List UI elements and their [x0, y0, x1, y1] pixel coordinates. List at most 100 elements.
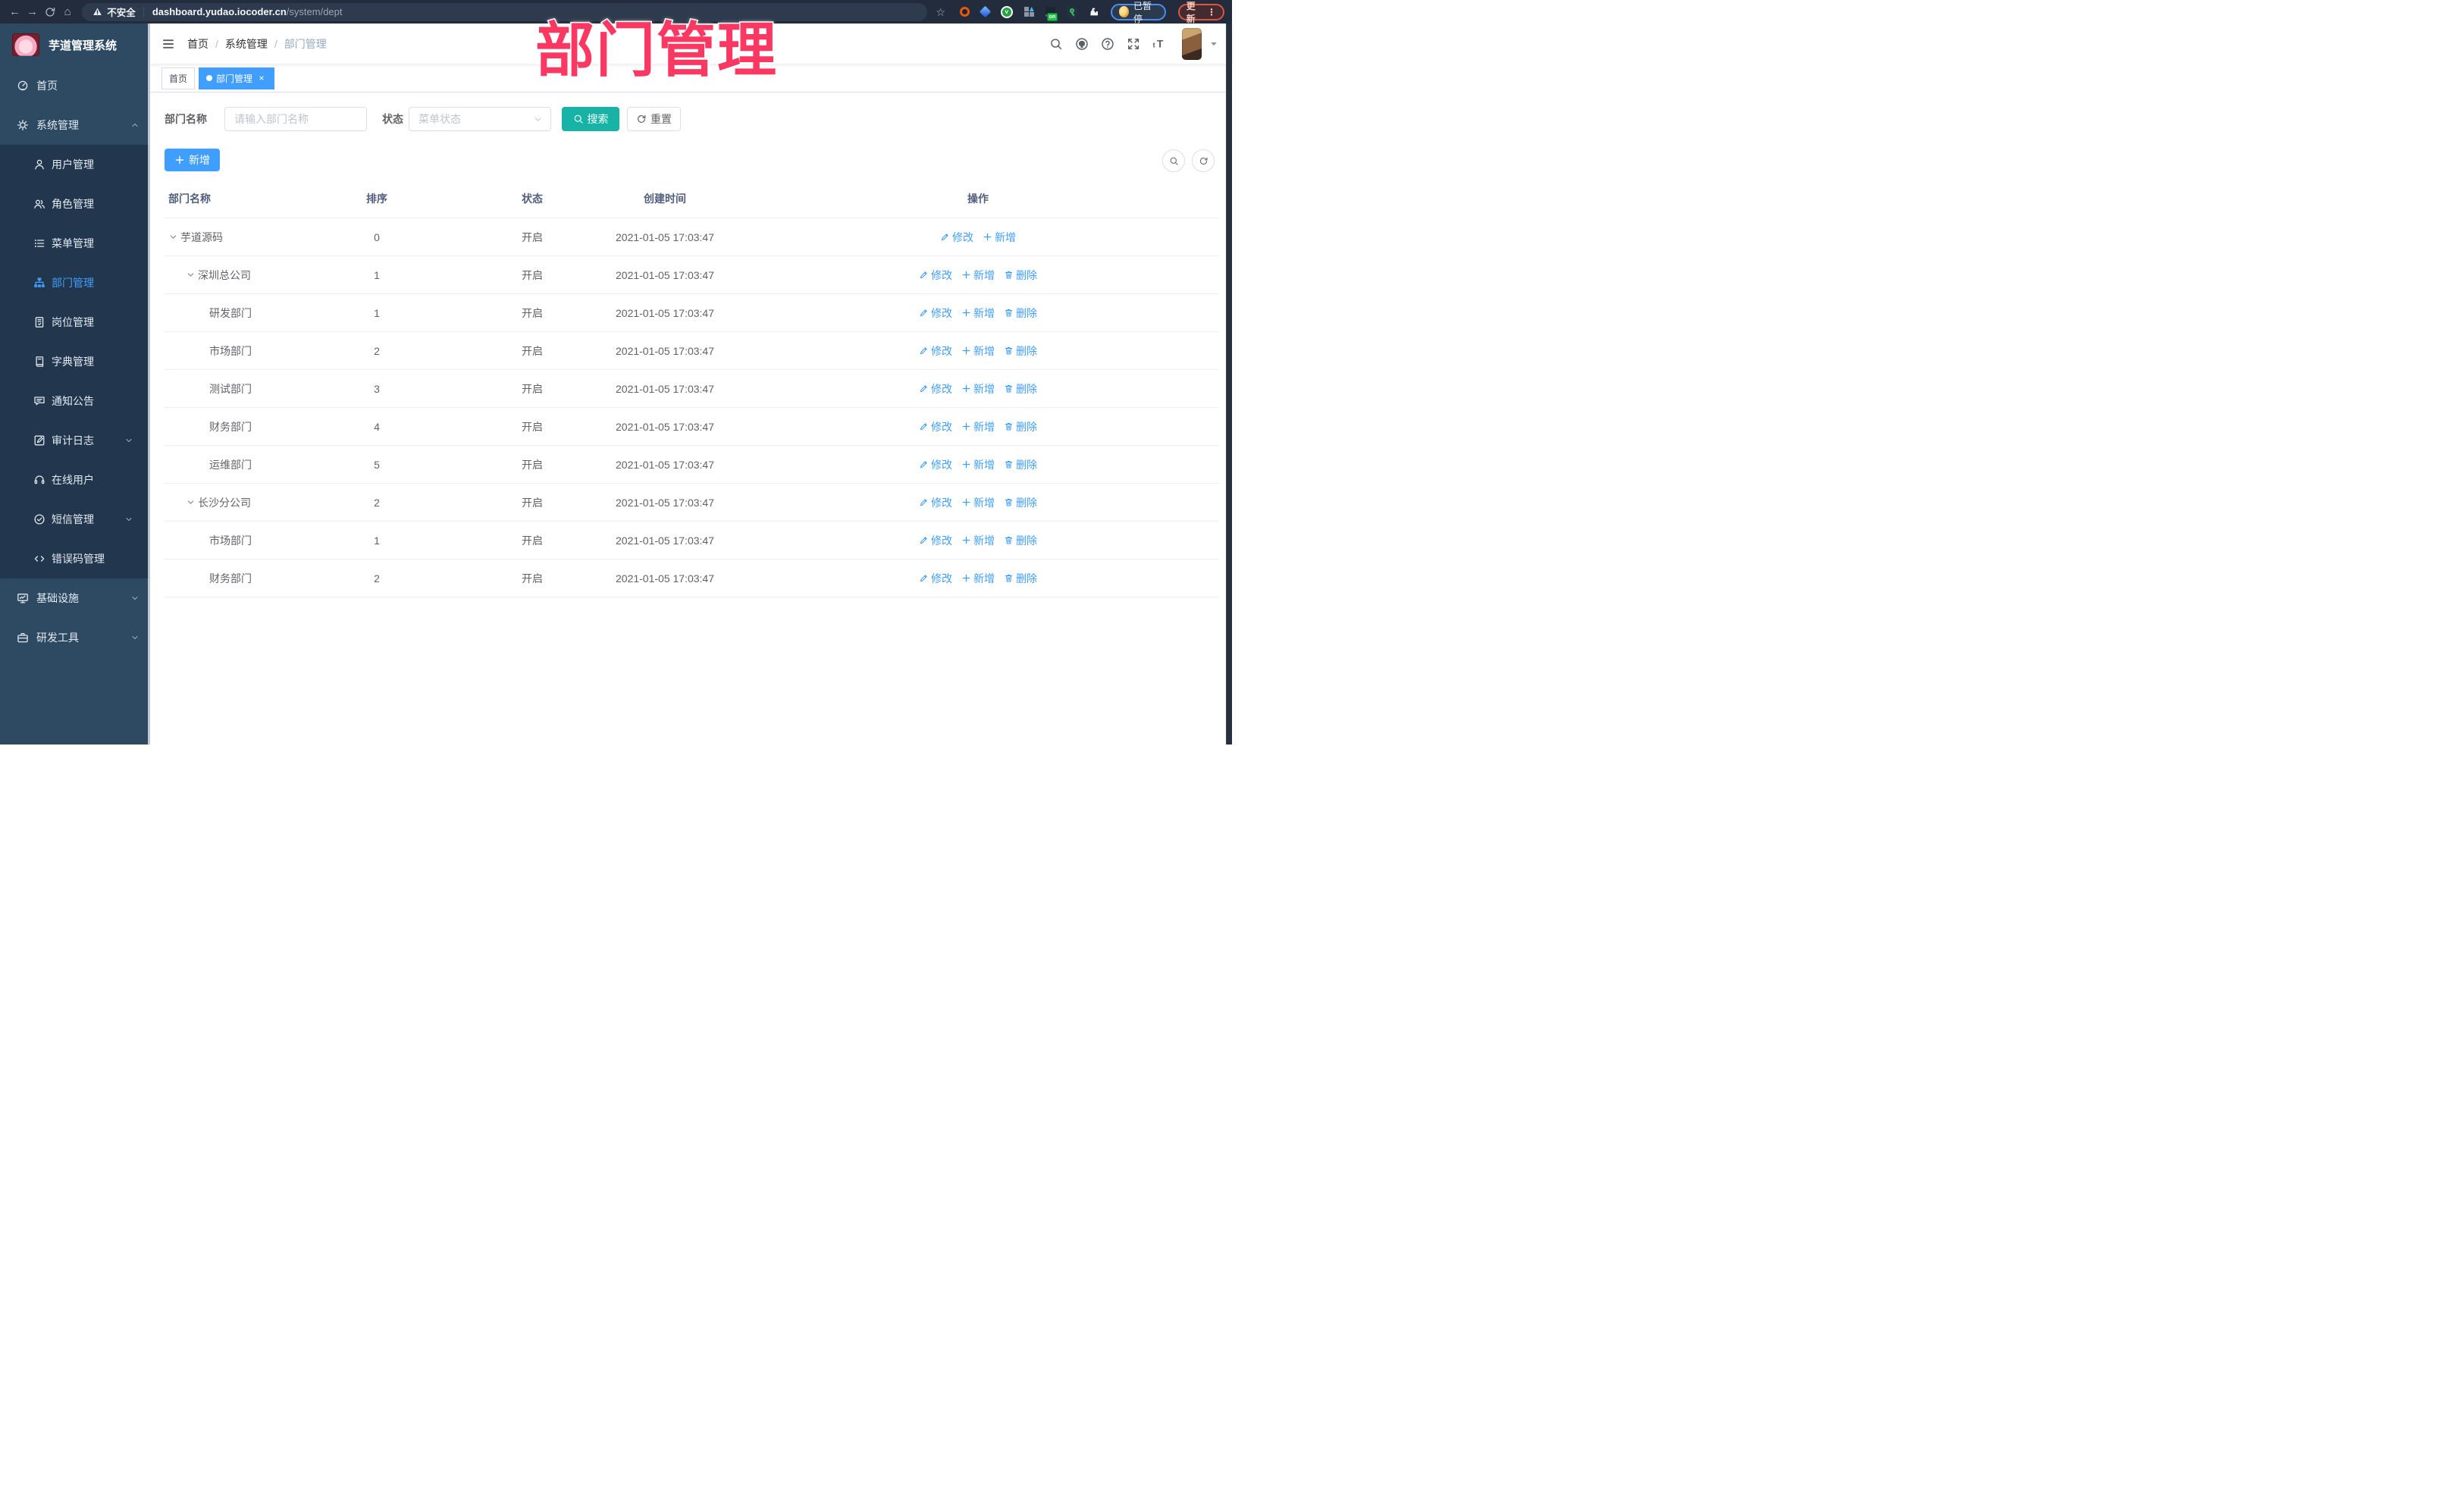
- status-cell: 开启: [522, 458, 543, 471]
- extension-icon[interactable]: [979, 5, 992, 18]
- extension-icon[interactable]: [959, 7, 970, 17]
- row-delete-link[interactable]: 删除: [1004, 306, 1037, 321]
- sidebar-item[interactable]: 角色管理: [0, 184, 150, 224]
- row-edit-link[interactable]: 修改: [919, 306, 952, 321]
- dept-name-cell: 市场部门: [165, 533, 282, 548]
- row-edit-link[interactable]: 修改: [919, 571, 952, 586]
- sidebar-item[interactable]: 首页: [0, 66, 150, 105]
- profile-paused-chip[interactable]: 已暂停: [1110, 1, 1166, 24]
- row-delete-link[interactable]: 删除: [1004, 381, 1037, 397]
- sidebar-item[interactable]: 基础设施: [0, 578, 150, 618]
- search-button[interactable]: 搜索: [562, 107, 619, 131]
- row-delete-link[interactable]: 删除: [1004, 457, 1037, 472]
- font-size-icon[interactable]: tT: [1152, 37, 1165, 50]
- expand-arrow-icon[interactable]: [186, 270, 196, 280]
- code-icon: [33, 553, 45, 565]
- chevron-down-icon: [124, 515, 133, 524]
- extension-icon[interactable]: on: [1045, 7, 1058, 21]
- action-label: 删除: [1016, 458, 1037, 471]
- browser-menu-icon[interactable]: ⋮: [1207, 8, 1216, 17]
- row-delete-link[interactable]: 删除: [1004, 533, 1037, 548]
- github-icon[interactable]: [1075, 37, 1089, 51]
- row-add-link[interactable]: 新增: [961, 419, 995, 434]
- sidebar-item[interactable]: 字典管理: [0, 342, 150, 381]
- row-edit-link[interactable]: 修改: [919, 419, 952, 434]
- add-button[interactable]: 新增: [165, 149, 220, 171]
- row-edit-link[interactable]: 修改: [919, 381, 952, 397]
- sidebar-item[interactable]: 短信管理: [0, 500, 150, 539]
- extension-icon[interactable]: [1024, 7, 1034, 17]
- reload-icon[interactable]: [44, 6, 56, 18]
- fullscreen-icon[interactable]: [1127, 37, 1140, 51]
- row-add-link[interactable]: 新增: [983, 230, 1016, 245]
- back-icon[interactable]: ←: [9, 5, 20, 18]
- update-label: 更新: [1186, 0, 1196, 24]
- status-select[interactable]: 菜单状态: [409, 107, 551, 131]
- row-delete-link[interactable]: 删除: [1004, 495, 1037, 510]
- row-add-link[interactable]: 新增: [961, 495, 995, 510]
- app-logo-row[interactable]: 芋道管理系统: [0, 24, 150, 66]
- sidebar-item[interactable]: 错误码管理: [0, 539, 150, 578]
- caret-down-icon[interactable]: [1209, 39, 1218, 49]
- row-add-link[interactable]: 新增: [961, 268, 995, 283]
- row-edit-link[interactable]: 修改: [919, 343, 952, 359]
- row-add-link[interactable]: 新增: [961, 457, 995, 472]
- row-delete-link[interactable]: 删除: [1004, 343, 1037, 359]
- tab-active[interactable]: 部门管理: [199, 67, 275, 89]
- search-icon[interactable]: [1049, 37, 1063, 51]
- browser-update-button[interactable]: 更新 ⋮: [1177, 1, 1224, 24]
- extension-icon[interactable]: v: [1000, 5, 1013, 18]
- row-edit-link[interactable]: 修改: [940, 230, 973, 245]
- help-icon[interactable]: [1101, 37, 1114, 51]
- row-add-link[interactable]: 新增: [961, 571, 995, 586]
- breadcrumb-separator: /: [215, 37, 218, 50]
- extension-icon[interactable]: [1066, 6, 1077, 17]
- sidebar-item[interactable]: 部门管理: [0, 263, 150, 303]
- created-time-cell: 2021-01-05 17:03:47: [616, 306, 714, 319]
- row-edit-link[interactable]: 修改: [919, 268, 952, 283]
- row-edit-link[interactable]: 修改: [919, 533, 952, 548]
- reset-button[interactable]: 重置: [627, 107, 681, 131]
- row-edit-link[interactable]: 修改: [919, 457, 952, 472]
- breadcrumb-item[interactable]: 首页: [187, 36, 208, 52]
- expand-arrow-icon[interactable]: [186, 497, 196, 507]
- bookmark-star-icon[interactable]: ☆: [935, 6, 945, 18]
- hamburger-icon[interactable]: [161, 38, 175, 50]
- user-avatar[interactable]: [1182, 27, 1202, 60]
- sidebar-item[interactable]: 用户管理: [0, 145, 150, 184]
- sidebar-item[interactable]: 在线用户: [0, 460, 150, 500]
- row-delete-link[interactable]: 删除: [1004, 419, 1037, 434]
- row-delete-link[interactable]: 删除: [1004, 268, 1037, 283]
- page-scrollbar[interactable]: [1226, 24, 1232, 744]
- row-edit-link[interactable]: 修改: [919, 495, 952, 510]
- sort-cell: 3: [374, 382, 380, 395]
- expand-arrow-icon[interactable]: [168, 232, 178, 242]
- sidebar-item[interactable]: 研发工具: [0, 618, 150, 657]
- sidebar-item[interactable]: 审计日志: [0, 421, 150, 460]
- row-delete-link[interactable]: 删除: [1004, 571, 1037, 586]
- refresh-table-button[interactable]: [1192, 149, 1215, 172]
- row-add-link[interactable]: 新增: [961, 533, 995, 548]
- sidebar-item[interactable]: 通知公告: [0, 381, 150, 421]
- home-icon[interactable]: ⌂: [62, 5, 73, 18]
- row-add-link[interactable]: 新增: [961, 306, 995, 321]
- dept-name: 运维部门: [209, 458, 252, 471]
- tab-item[interactable]: 首页: [161, 67, 196, 89]
- breadcrumb-separator: /: [274, 37, 277, 50]
- forward-icon[interactable]: →: [27, 5, 38, 18]
- toggle-search-button[interactable]: [1162, 149, 1185, 172]
- table-row: 研发部门 1 开启 2021-01-05 17:03:47 修改 新增 删除: [165, 294, 1219, 332]
- row-add-link[interactable]: 新增: [961, 381, 995, 397]
- dictionary-icon: [33, 356, 45, 368]
- breadcrumb-item[interactable]: 系统管理: [225, 36, 268, 52]
- sidebar-item[interactable]: 菜单管理: [0, 224, 150, 263]
- sidebar-item[interactable]: 岗位管理: [0, 303, 150, 342]
- row-add-link[interactable]: 新增: [961, 343, 995, 359]
- close-tab-icon[interactable]: [256, 73, 267, 83]
- dept-name-input[interactable]: [224, 107, 367, 131]
- address-bar[interactable]: 不安全 dashboard.yudao.iocoder.cn/system/de…: [82, 2, 928, 21]
- chevron-down-icon: [130, 633, 140, 642]
- sidebar-item[interactable]: 系统管理: [0, 105, 150, 145]
- action-label: 删除: [1016, 420, 1037, 433]
- puzzle-extensions-icon[interactable]: [1089, 7, 1099, 17]
